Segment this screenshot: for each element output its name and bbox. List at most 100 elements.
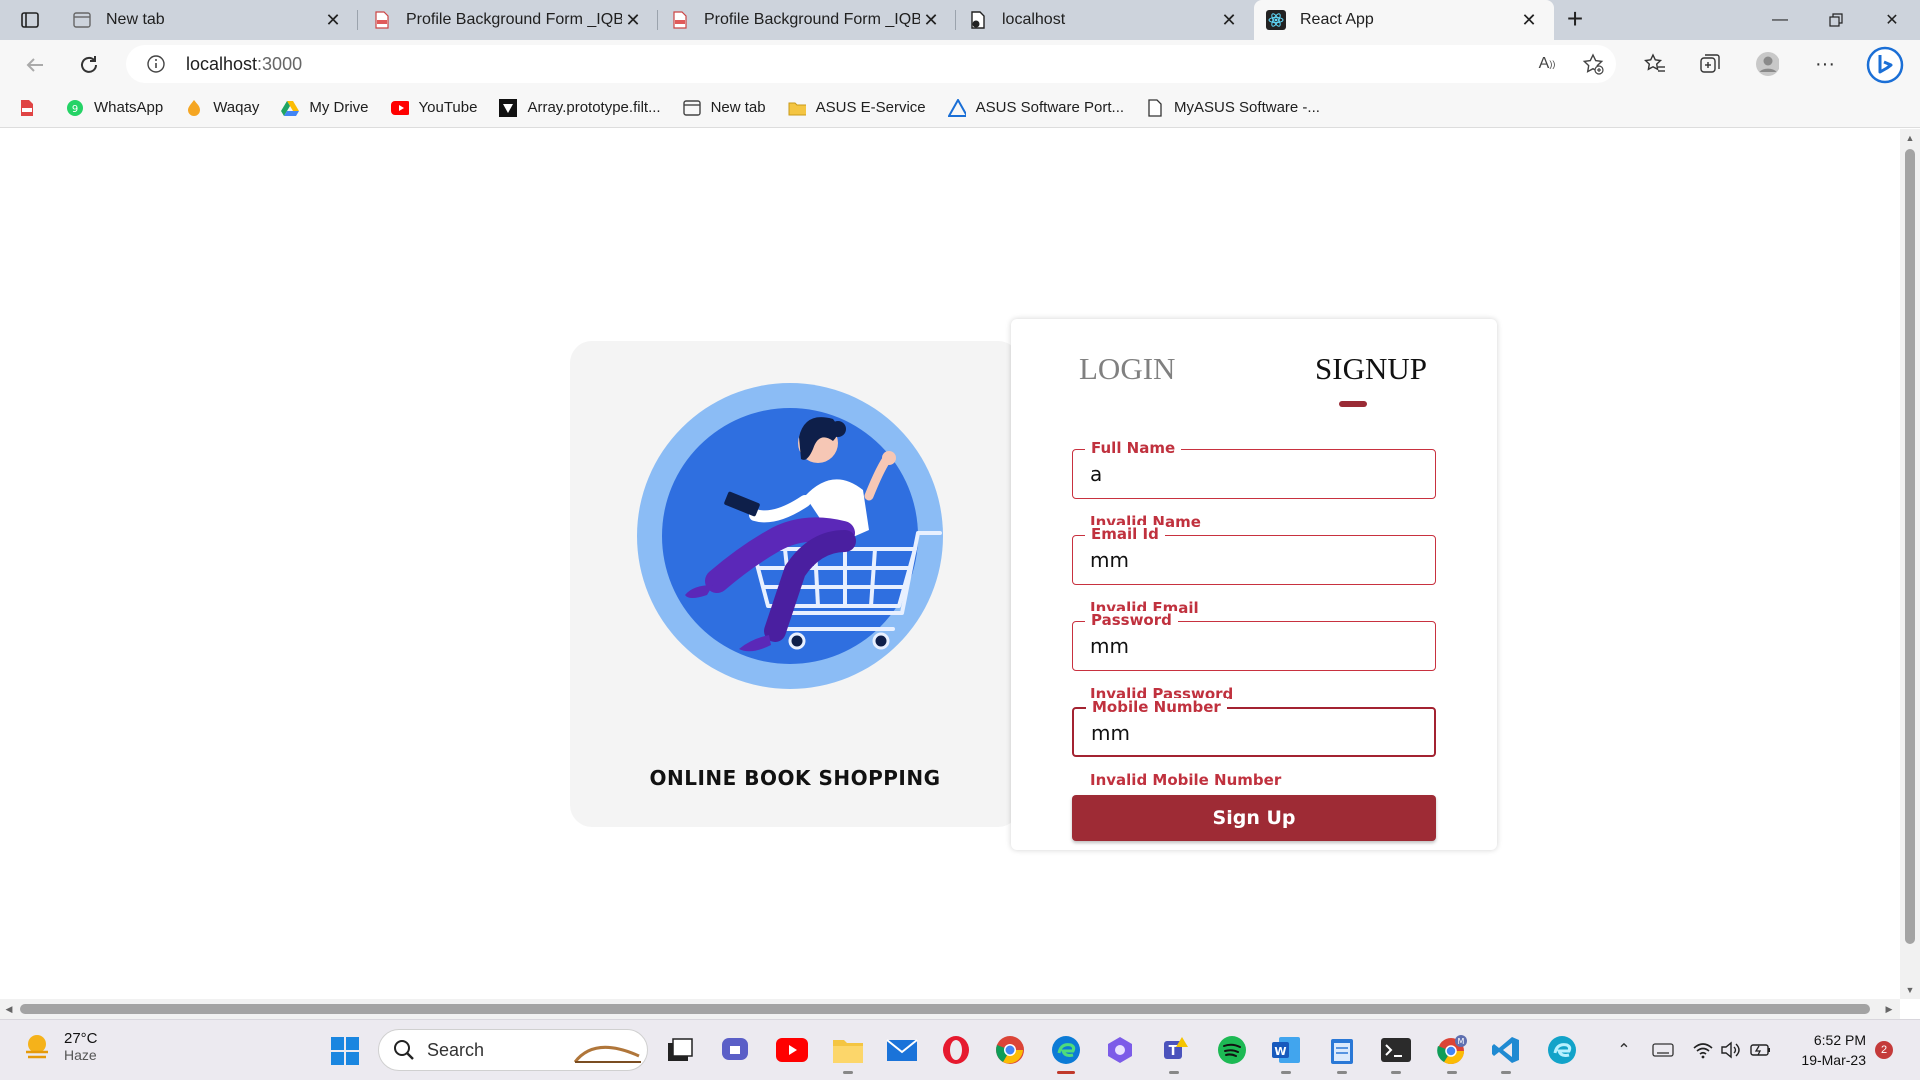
teams-chat-icon[interactable] — [720, 1034, 752, 1066]
spotify-icon[interactable] — [1216, 1034, 1248, 1066]
waqay-icon — [185, 99, 203, 117]
battery-icon[interactable] — [1750, 1038, 1772, 1062]
tab-new-tab[interactable]: New tab ✕ — [60, 0, 358, 40]
clock-date: 19-Mar-23 — [1801, 1052, 1866, 1068]
bookmarks-bar: 9 WhatsApp Waqay My Drive YouTube Array.… — [0, 88, 1920, 128]
file-explorer-icon[interactable] — [832, 1034, 864, 1074]
tab-title: localhost — [1002, 11, 1066, 28]
new-tab-button[interactable]: + — [1560, 5, 1590, 34]
clock-time: 6:52 PM — [1813, 1032, 1866, 1048]
notification-badge[interactable]: 2 — [1875, 1041, 1893, 1059]
bookmark-pdf[interactable] — [18, 99, 46, 117]
page-viewport: ONLINE BOOK SHOPPING LOGIN SIGNUP Full N… — [0, 129, 1900, 999]
add-favorite-icon[interactable] — [1582, 53, 1604, 75]
site-info-icon[interactable] — [146, 54, 166, 74]
bookmark-myasus[interactable]: MyASUS Software -... — [1146, 98, 1320, 117]
close-icon[interactable]: ✕ — [1218, 9, 1240, 31]
volume-icon[interactable] — [1720, 1038, 1742, 1062]
opera-icon[interactable] — [940, 1034, 972, 1066]
bookmark-waqay[interactable]: Waqay — [185, 99, 259, 117]
auth-tabs: LOGIN SIGNUP — [1011, 319, 1497, 409]
youtube-app-icon[interactable] — [776, 1034, 808, 1066]
tab-actions-icon[interactable] — [14, 8, 46, 32]
wifi-icon[interactable] — [1692, 1038, 1714, 1062]
scroll-down-icon[interactable]: ▼ — [1905, 985, 1915, 995]
task-view-icon[interactable] — [664, 1034, 696, 1066]
tab-profile-form-2[interactable]: Profile Background Form _IQBC_ ✕ — [658, 0, 956, 40]
email-field[interactable]: Email Id mm — [1072, 525, 1436, 585]
edge-dev-icon[interactable] — [1546, 1034, 1578, 1066]
taskbar-search[interactable]: Search — [378, 1029, 648, 1071]
svg-text:9: 9 — [72, 104, 78, 115]
copilot-app-icon[interactable] — [1104, 1034, 1136, 1066]
folder-icon — [788, 99, 806, 117]
chrome-profile-icon[interactable]: M — [1436, 1034, 1468, 1074]
drive-icon — [281, 99, 300, 117]
newtab-icon — [682, 99, 701, 117]
mail-icon[interactable] — [886, 1034, 918, 1066]
url-text: localhost:3000 — [186, 54, 303, 74]
array-icon — [499, 98, 518, 117]
close-icon[interactable]: ✕ — [1518, 9, 1540, 31]
bookmark-youtube[interactable]: YouTube — [390, 99, 478, 117]
minimize-icon[interactable]: — — [1752, 0, 1808, 40]
close-window-icon[interactable]: ✕ — [1864, 0, 1920, 40]
vscode-icon[interactable] — [1490, 1034, 1522, 1074]
back-arrow-icon[interactable] — [20, 50, 50, 80]
windows-start-icon[interactable] — [330, 1036, 360, 1066]
chrome-icon[interactable] — [994, 1034, 1026, 1066]
react-icon — [1266, 10, 1286, 30]
scroll-left-icon[interactable]: ◀ — [4, 1004, 14, 1014]
profile-avatar-icon[interactable] — [1755, 52, 1779, 76]
tab-react-app[interactable]: React App ✕ — [1254, 0, 1554, 40]
sign-up-button[interactable]: Sign Up — [1072, 795, 1436, 841]
email-label: Email Id — [1085, 525, 1165, 543]
system-clock[interactable]: 6:52 PM 19-Mar-23 — [1790, 1030, 1866, 1070]
close-icon[interactable]: ✕ — [920, 9, 942, 31]
tab-title: Profile Background Form _IQBC_ — [704, 11, 920, 28]
bookmark-whatsapp[interactable]: 9 WhatsApp — [66, 99, 163, 117]
teams-icon[interactable]: T — [1158, 1034, 1190, 1074]
tab-title: New tab — [106, 11, 165, 28]
tab-login[interactable]: LOGIN — [1079, 351, 1175, 387]
password-field[interactable]: Password mm — [1072, 611, 1436, 671]
notepad-icon[interactable] — [1326, 1034, 1358, 1074]
tab-signup[interactable]: SIGNUP — [1315, 351, 1427, 387]
chevron-up-icon[interactable]: ⌃ — [1614, 1038, 1634, 1062]
edge-icon[interactable] — [1050, 1034, 1082, 1074]
restore-icon[interactable] — [1808, 0, 1864, 40]
bookmark-new-tab[interactable]: New tab — [682, 99, 766, 117]
mobile-number-field[interactable]: Mobile Number mm — [1072, 698, 1436, 757]
bookmark-label: Waqay — [213, 99, 260, 116]
keyboard-icon[interactable] — [1650, 1038, 1676, 1062]
terminal-icon[interactable] — [1380, 1034, 1412, 1074]
tab-localhost[interactable]: localhost ✕ — [956, 0, 1254, 40]
close-icon[interactable]: ✕ — [622, 9, 644, 31]
vertical-scrollbar[interactable]: ▲ ▼ — [1900, 129, 1920, 999]
bookmark-label: YouTube — [418, 99, 478, 116]
scrollbar-thumb[interactable] — [1905, 149, 1915, 944]
more-menu-icon[interactable]: ··· — [1813, 52, 1837, 76]
read-aloud-icon[interactable]: A)) — [1536, 53, 1558, 75]
refresh-icon[interactable] — [74, 50, 104, 80]
collections-icon[interactable] — [1698, 52, 1722, 76]
bing-copilot-icon[interactable] — [1866, 46, 1904, 84]
bookmark-asus-eservice[interactable]: ASUS E-Service — [788, 99, 926, 117]
tab-title: Profile Background Form _IQBC_ — [406, 11, 622, 28]
horizontal-scrollbar[interactable]: ◀ ▶ — [0, 999, 1900, 1019]
full-name-field[interactable]: Full Name a — [1072, 439, 1436, 499]
bookmark-asus-software[interactable]: ASUS Software Port... — [947, 98, 1124, 117]
scroll-right-icon[interactable]: ▶ — [1884, 1004, 1894, 1014]
weather-temp: 27°C — [64, 1030, 98, 1047]
scroll-up-icon[interactable]: ▲ — [1905, 133, 1915, 143]
password-label: Password — [1085, 611, 1178, 629]
scrollbar-thumb[interactable] — [20, 1004, 1870, 1014]
address-bar[interactable]: localhost:3000 A)) — [126, 45, 1616, 83]
bookmark-my-drive[interactable]: My Drive — [281, 99, 369, 117]
tab-profile-form-1[interactable]: Profile Background Form _IQBC_ ✕ — [360, 0, 658, 40]
favorites-icon[interactable] — [1643, 52, 1667, 76]
word-icon[interactable]: W — [1270, 1034, 1302, 1074]
bookmark-array-filter[interactable]: Array.prototype.filt... — [499, 98, 661, 117]
close-icon[interactable]: ✕ — [322, 9, 344, 31]
weather-widget[interactable]: 27°C Haze — [22, 1030, 98, 1063]
